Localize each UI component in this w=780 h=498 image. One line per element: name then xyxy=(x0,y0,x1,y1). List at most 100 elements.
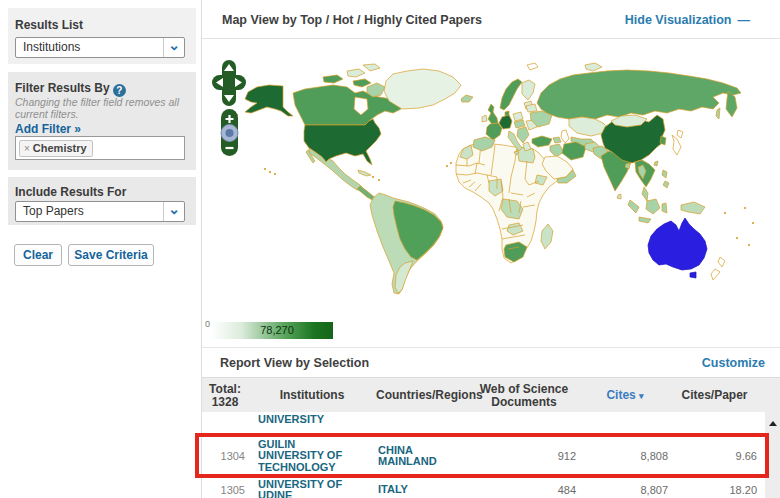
chevron-down-icon: ⌄ xyxy=(163,38,184,57)
map-novaya-zemlya xyxy=(585,63,602,71)
cites-per-paper-value: 18.20 xyxy=(674,484,757,496)
legend-min: 0 xyxy=(205,319,210,329)
table-row-partial: UNIVERSITY xyxy=(202,412,780,434)
report-title: Report View by Selection xyxy=(220,356,369,370)
map-country-indonesia[interactable] xyxy=(628,200,639,213)
page: Results List Institutions ⌄ Filter Resul… xyxy=(0,0,780,498)
rank-value: 1305 xyxy=(202,484,245,496)
save-criteria-button[interactable]: Save Criteria xyxy=(68,244,154,266)
map-country-greenland[interactable] xyxy=(384,69,461,109)
include-value: Top Papers xyxy=(23,204,84,218)
map-country-madagascar[interactable] xyxy=(541,224,553,249)
map-baffin-island[interactable] xyxy=(367,83,385,97)
sidebar: Results List Institutions ⌄ Filter Resul… xyxy=(0,0,202,498)
institution-link[interactable]: UNIVERSITY xyxy=(258,414,350,426)
map-country-taiwan[interactable] xyxy=(654,161,658,166)
map-country-france[interactable] xyxy=(486,123,502,140)
column-countries[interactable]: Countries/Regions xyxy=(376,389,472,402)
filter-input[interactable]: ×Chemistry xyxy=(15,136,185,160)
hide-visualization-link[interactable]: Hide Visualization— xyxy=(625,13,750,27)
map-region: 0 78,270 xyxy=(202,39,780,347)
map-kamchatka[interactable] xyxy=(726,91,737,117)
map-country-indonesia[interactable] xyxy=(662,203,667,213)
chevron-down-icon: ⌄ xyxy=(163,202,184,221)
map-header: Map View by Top / Hot / Highly Cited Pap… xyxy=(202,0,780,39)
map-country-russia[interactable] xyxy=(537,70,741,119)
map-country-malaysia[interactable] xyxy=(642,187,648,201)
map-country-philippines[interactable] xyxy=(663,181,669,188)
map-country-ireland[interactable] xyxy=(482,115,487,122)
map-country-iceland[interactable] xyxy=(461,95,473,102)
map-svalbard xyxy=(527,63,538,70)
map-title: Map View by Top / Hot / Highly Cited Pap… xyxy=(222,13,482,27)
include-label: Include Results For xyxy=(15,185,126,199)
minus-icon: — xyxy=(738,13,751,27)
map-country-uk[interactable] xyxy=(488,104,498,124)
table-row-1305: 1305 UNIVERSITY OF UDINE ITALY 484 8,807… xyxy=(202,477,780,498)
map-arctic-island[interactable] xyxy=(363,64,380,71)
filter-note: Changing the filter field removes all cu… xyxy=(15,96,187,120)
map-country-austria[interactable] xyxy=(514,120,525,128)
filter-tag-chemistry[interactable]: ×Chemistry xyxy=(19,140,93,157)
map-country-alaska[interactable] xyxy=(245,85,293,116)
map-country-new-zealand[interactable] xyxy=(711,269,720,280)
map-zoom-control[interactable] xyxy=(215,108,243,158)
results-list-panel: Results List Institutions ⌄ xyxy=(8,8,196,64)
legend-gradient-bar: 78,270 xyxy=(211,322,333,339)
institution-link[interactable]: UNIVERSITY OF UDINE xyxy=(258,478,350,498)
map-country-sri-lanka xyxy=(617,194,621,199)
add-filter-link[interactable]: Add Filter » xyxy=(15,122,81,136)
map-pan-control[interactable] xyxy=(212,60,246,106)
map-country-indonesia[interactable] xyxy=(639,217,651,223)
map-country-png[interactable] xyxy=(681,202,705,214)
map-country-philippines[interactable] xyxy=(662,170,667,178)
map-arctic-island[interactable] xyxy=(347,69,365,77)
map-country-turkey[interactable] xyxy=(532,136,552,147)
include-panel: Include Results For Top Papers ⌄ xyxy=(8,177,196,225)
map-country-japan[interactable] xyxy=(677,130,683,138)
map-country-balkans[interactable] xyxy=(517,127,529,143)
remove-tag-icon[interactable]: × xyxy=(24,143,30,154)
main-panel: Map View by Top / Hot / Highly Cited Pap… xyxy=(202,0,780,498)
map-country-norway-sweden[interactable] xyxy=(500,79,522,110)
map-caucasus xyxy=(553,137,561,143)
map-country-south-korea[interactable] xyxy=(660,136,666,145)
sort-caret-icon: ▾ xyxy=(639,391,644,401)
map-country-poland[interactable] xyxy=(513,112,523,121)
table-header: Total:1328 Institutions Countries/Region… xyxy=(202,377,780,412)
map-country-kazakhstan[interactable] xyxy=(569,117,607,136)
map-arctic-island[interactable] xyxy=(353,79,371,87)
map-country-usa[interactable] xyxy=(304,119,381,165)
map-caspian-sea xyxy=(561,130,569,143)
column-total[interactable]: Total:1328 xyxy=(202,383,248,409)
clear-button[interactable]: Clear xyxy=(14,244,62,266)
map-sakhalin xyxy=(716,108,720,119)
map-country-new-zealand[interactable] xyxy=(718,257,725,267)
map-country-japan[interactable] xyxy=(672,135,681,155)
map-arctic-island[interactable] xyxy=(323,75,343,83)
cites-value: 8,807 xyxy=(582,484,668,496)
map-country-australia[interactable] xyxy=(648,218,707,270)
filter-label: Filter Results By? xyxy=(15,81,126,97)
map-country-indonesia[interactable] xyxy=(646,199,660,214)
filter-panel: Filter Results By? Changing the filter f… xyxy=(8,72,196,170)
column-cites[interactable]: Cites ▾ xyxy=(580,389,670,403)
country-link[interactable]: ITALY xyxy=(378,484,448,496)
scroll-up-icon[interactable] xyxy=(769,421,777,426)
results-list-label: Results List xyxy=(15,18,83,32)
results-list-select[interactable]: Institutions ⌄ xyxy=(15,37,185,58)
map-country-finland[interactable] xyxy=(522,80,535,100)
filter-tag-label: Chemistry xyxy=(33,142,87,154)
results-list-value: Institutions xyxy=(23,40,80,54)
column-documents[interactable]: Web of ScienceDocuments xyxy=(470,383,578,409)
legend-max: 78,270 xyxy=(211,322,333,339)
map-country-tasmania[interactable] xyxy=(690,272,696,278)
map-country-iraq[interactable] xyxy=(550,144,564,157)
column-cites-per-paper[interactable]: Cites/Paper xyxy=(672,389,757,402)
include-select[interactable]: Top Papers ⌄ xyxy=(15,201,185,222)
map-country-cuba[interactable] xyxy=(358,170,371,176)
world-map[interactable] xyxy=(205,53,780,323)
customize-link[interactable]: Customize xyxy=(702,356,765,370)
column-institutions[interactable]: Institutions xyxy=(252,389,372,402)
docs-value: 484 xyxy=(470,484,576,496)
